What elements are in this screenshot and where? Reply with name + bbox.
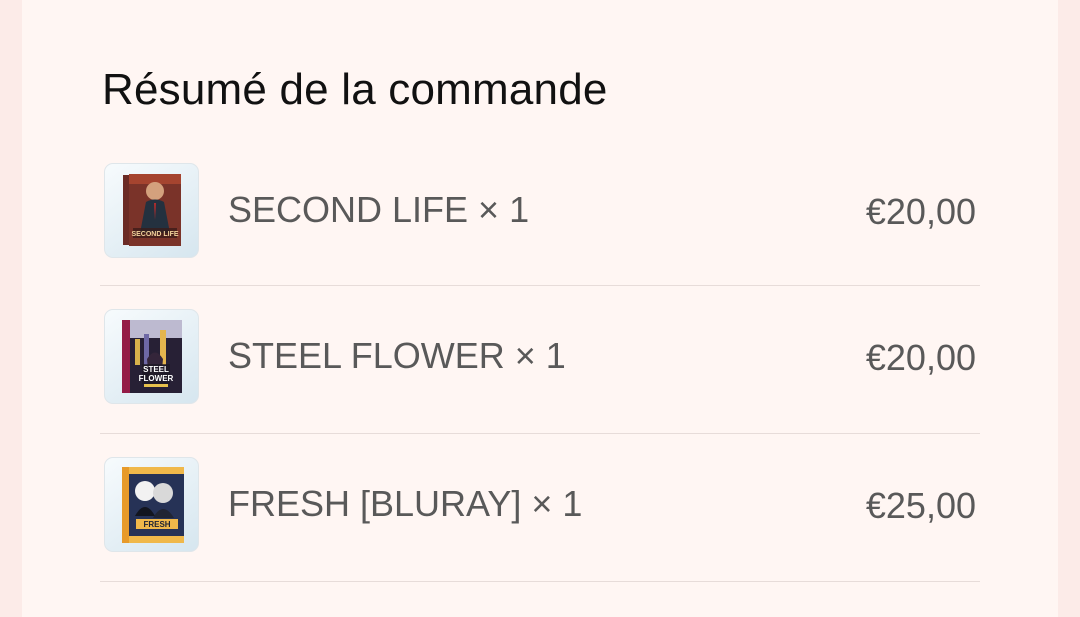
fresh-bluray-cover-icon: FRESH — [122, 467, 184, 543]
fresh-cover-thumbnail: FRESH — [104, 457, 199, 552]
order-item-second-life: SECOND LIFE SECOND LIFE × 1 €20,00 — [100, 140, 980, 286]
second-life-bluray-cover-icon: SECOND LIFE — [123, 174, 181, 246]
order-item-name: SECOND LIFE × 1 — [228, 189, 530, 230]
order-summary-panel: Résumé de la commande SECOND LIFE SECOND… — [22, 0, 1058, 617]
second-life-cover-text: SECOND LIFE — [131, 231, 178, 238]
steel-flower-bluray-cover-icon: STEEL FLOWER — [122, 320, 182, 393]
order-item-price: €20,00 — [865, 191, 976, 232]
fresh-cover-text: FRESH — [143, 520, 170, 529]
order-item-price: €25,00 — [865, 485, 976, 526]
svg-text:STEEL: STEEL — [143, 365, 169, 374]
second-life-cover-thumbnail: SECOND LIFE — [104, 163, 199, 258]
svg-text:FLOWER: FLOWER — [139, 374, 174, 383]
order-item-list: SECOND LIFE SECOND LIFE × 1 €20,00 STEEL — [100, 140, 980, 582]
order-summary-title: Résumé de la commande — [102, 65, 608, 114]
order-item-steel-flower: STEEL FLOWER STEEL FLOWER × 1 €20,00 — [100, 286, 980, 434]
order-item-price: €20,00 — [865, 337, 976, 378]
steel-flower-cover-thumbnail: STEEL FLOWER — [104, 309, 199, 404]
order-item-name: FRESH [BLURAY] × 1 — [228, 483, 583, 524]
order-item-name: STEEL FLOWER × 1 — [228, 335, 566, 376]
order-item-fresh: FRESH FRESH [BLURAY] × 1 €25,00 — [100, 434, 980, 582]
